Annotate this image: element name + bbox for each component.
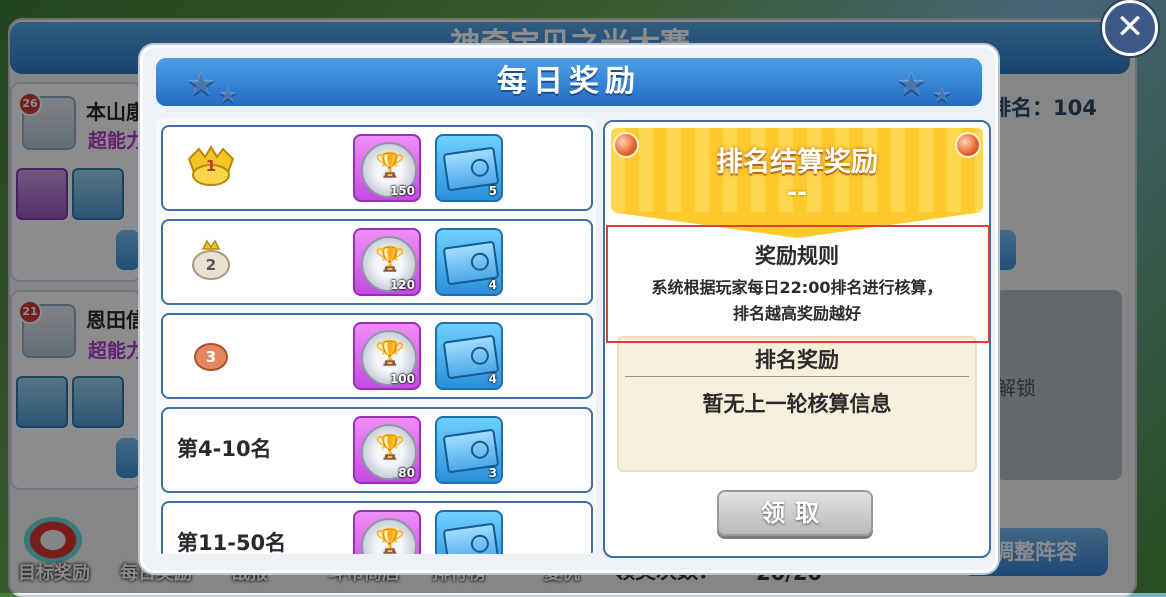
close-button[interactable]: ✕ — [1102, 0, 1158, 56]
trophy-qty: 80 — [398, 466, 415, 480]
ticket-icon — [442, 522, 500, 554]
trophy-item[interactable]: 🏆 100 — [353, 322, 421, 390]
ticket-item[interactable]: 4 — [435, 228, 503, 296]
star-decoration-icon: ★ — [932, 83, 958, 108]
trophy-item[interactable]: 🏆 150 — [353, 134, 421, 202]
gem-icon — [955, 132, 981, 158]
trophy-qty: 120 — [389, 278, 415, 292]
medal-number: 1 — [206, 157, 216, 175]
trophy-item[interactable]: 🏆 120 — [353, 228, 421, 296]
ticket-qty: 3 — [488, 466, 497, 480]
modal-title-text: 每日奖励 — [497, 64, 641, 99]
medal-number: 2 — [206, 256, 216, 274]
settlement-banner: 排名结算奖励 -- — [611, 128, 983, 212]
rank-reward-title: 排名奖励 — [755, 348, 839, 372]
daily-reward-modal: ★ ★ ★ ★ 每日奖励 1 🏆 150 5 2 🏆 120 4 3 🏆 100… — [140, 45, 998, 573]
trophy-icon: 🏆 — [375, 433, 405, 461]
settlement-value: -- — [787, 178, 807, 206]
trophy-qty: 150 — [389, 184, 415, 198]
claim-button[interactable]: 领取 — [717, 490, 873, 536]
modal-title: ★ ★ ★ ★ 每日奖励 — [156, 58, 982, 108]
trophy-icon: 🏆 — [375, 245, 405, 273]
ticket-qty: 4 — [488, 372, 497, 386]
settlement-title: 排名结算奖励 — [716, 147, 878, 178]
trophy-item[interactable]: 🏆 — [353, 510, 421, 554]
ticket-item[interactable]: 5 — [435, 134, 503, 202]
star-decoration-icon: ★ — [896, 64, 933, 104]
ticket-item[interactable] — [435, 510, 503, 554]
reward-row-rank-3: 3 🏆 100 4 — [161, 313, 593, 399]
ticket-item[interactable]: 4 — [435, 322, 503, 390]
trophy-qty: 100 — [389, 372, 415, 386]
ticket-qty: 4 — [488, 278, 497, 292]
silver-medal-icon: 2 — [192, 239, 230, 280]
star-decoration-icon: ★ — [218, 83, 244, 108]
reward-list[interactable]: 1 🏆 150 5 2 🏆 120 4 3 🏆 100 4 第4-10名 🏆 8… — [156, 118, 596, 554]
trophy-icon: 🏆 — [375, 527, 405, 554]
trophy-icon: 🏆 — [375, 339, 405, 367]
bronze-medal-icon: 3 — [194, 343, 228, 371]
trophy-icon: 🏆 — [375, 151, 405, 179]
reward-row-rank-1: 1 🏆 150 5 — [161, 125, 593, 211]
divider — [625, 376, 969, 377]
rank-reward-box: 排名奖励 暂无上一轮核算信息 — [617, 336, 977, 472]
trophy-item[interactable]: 🏆 80 — [353, 416, 421, 484]
gold-medal-icon: 1 — [187, 145, 235, 186]
ticket-item[interactable]: 3 — [435, 416, 503, 484]
reward-row-rank-4-10: 第4-10名 🏆 80 3 — [161, 407, 593, 493]
ticket-qty: 5 — [488, 184, 497, 198]
star-decoration-icon: ★ — [186, 64, 223, 104]
reward-row-rank-11-50: 第11-50名 🏆 — [161, 501, 593, 554]
reward-row-rank-2: 2 🏆 120 4 — [161, 219, 593, 305]
rules-highlight-box — [606, 225, 990, 343]
rank-range-label: 第11-50名 — [177, 531, 287, 554]
gem-icon — [613, 132, 639, 158]
rank-reward-info: 暂无上一轮核算信息 — [702, 392, 892, 416]
medal-number: 3 — [206, 348, 216, 366]
rank-range-label: 第4-10名 — [177, 437, 272, 461]
